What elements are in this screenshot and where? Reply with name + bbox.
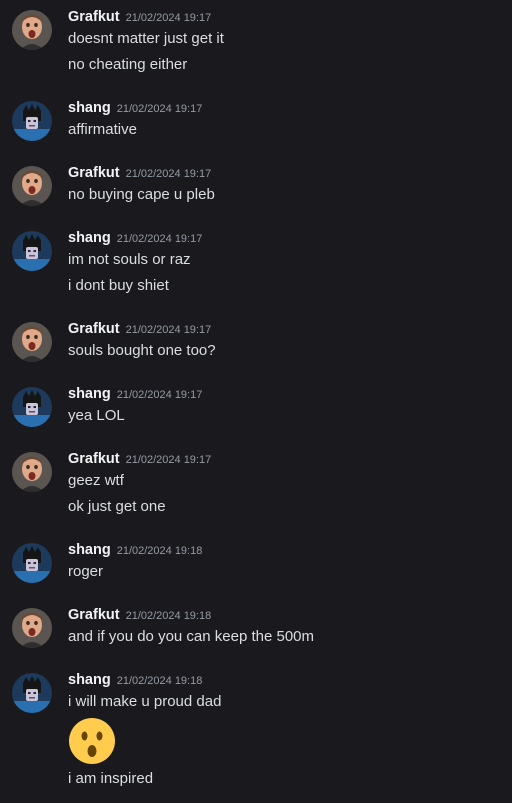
message-text: doesnt matter just get it: [68, 30, 224, 47]
hushed-face-emoji[interactable]: [68, 717, 116, 765]
message-text: affirmative: [68, 121, 137, 138]
message-text: souls bought one too?: [68, 342, 216, 359]
avatar-grafkut[interactable]: [12, 322, 52, 362]
avatar-grafkut[interactable]: [12, 166, 52, 206]
timestamp: 21/02/2024 19:17: [125, 324, 212, 336]
timestamp: 21/02/2024 19:17: [116, 389, 203, 401]
timestamp: 21/02/2024 19:17: [125, 12, 212, 24]
timestamp: 21/02/2024 19:17: [125, 454, 212, 466]
avatar-shang[interactable]: [12, 673, 52, 713]
username[interactable]: shang: [68, 230, 111, 246]
timestamp: 21/02/2024 19:18: [116, 545, 203, 557]
username[interactable]: Grafkut: [68, 321, 120, 337]
timestamp: 21/02/2024 19:18: [116, 675, 203, 687]
avatar-grafkut[interactable]: [12, 608, 52, 648]
avatar-shang[interactable]: [12, 543, 52, 583]
message-header: shang 21/02/2024 19:17: [68, 99, 202, 117]
message-text: im not souls or raz: [68, 251, 191, 268]
message-text: ok just get one: [68, 498, 166, 515]
message-header: shang 21/02/2024 19:18: [68, 541, 202, 559]
message-header: shang 21/02/2024 19:18: [68, 671, 202, 689]
username[interactable]: shang: [68, 100, 111, 116]
timestamp: 21/02/2024 19:17: [116, 103, 203, 115]
avatar-shang[interactable]: [12, 387, 52, 427]
username[interactable]: shang: [68, 672, 111, 688]
message-header: Grafkut 21/02/2024 19:17: [68, 450, 211, 468]
message-header: Grafkut 21/02/2024 19:17: [68, 164, 211, 182]
avatar-grafkut[interactable]: [12, 452, 52, 492]
message-header: shang 21/02/2024 19:17: [68, 385, 202, 403]
message-text: yea LOL: [68, 407, 125, 424]
message-header: Grafkut 21/02/2024 19:17: [68, 320, 211, 338]
avatar-shang[interactable]: [12, 231, 52, 271]
message-text: i am inspired: [68, 770, 154, 787]
chat-messages: Grafkut 21/02/2024 19:17 doesnt matter ju…: [0, 0, 512, 803]
message-header: shang 21/02/2024 19:17: [68, 229, 202, 247]
message-text: no cheating either: [68, 56, 188, 73]
username[interactable]: Grafkut: [68, 451, 120, 467]
message-text: i will make u proud dad: [68, 693, 222, 710]
username[interactable]: Grafkut: [68, 607, 120, 623]
username[interactable]: shang: [68, 542, 111, 558]
message-header: Grafkut 21/02/2024 19:18: [68, 606, 211, 624]
message-text: and if you do you can keep the 500m: [68, 628, 315, 645]
message-text: geez wtf: [68, 472, 124, 489]
username[interactable]: shang: [68, 386, 111, 402]
message-text: roger: [68, 563, 104, 580]
username[interactable]: Grafkut: [68, 9, 120, 25]
message-header: Grafkut 21/02/2024 19:17: [68, 8, 211, 26]
timestamp: 21/02/2024 19:18: [125, 610, 212, 622]
timestamp: 21/02/2024 19:17: [125, 168, 212, 180]
message-text: no buying cape u pleb: [68, 186, 215, 203]
username[interactable]: Grafkut: [68, 165, 120, 181]
timestamp: 21/02/2024 19:17: [116, 233, 203, 245]
avatar-shang[interactable]: [12, 101, 52, 141]
message-text: i dont buy shiet: [68, 277, 169, 294]
avatar-grafkut[interactable]: [12, 10, 52, 50]
